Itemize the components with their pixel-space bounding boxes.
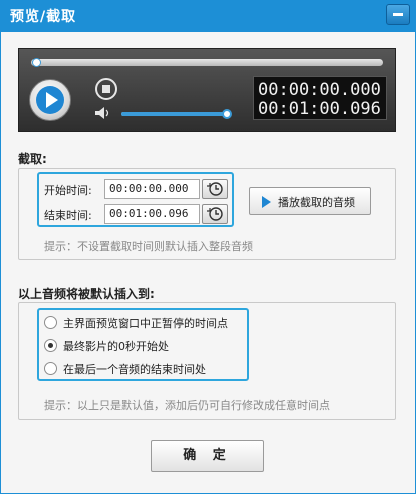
clock-icon	[207, 182, 223, 196]
end-time-label: 结束时间:	[44, 209, 92, 222]
time-display: 00:00:00.000 00:01:00.096	[253, 76, 387, 120]
minimize-icon	[393, 13, 403, 16]
stop-icon	[102, 85, 110, 93]
radio-button[interactable]	[44, 339, 57, 352]
capture-hint: 提示：不设置截取时间则默认插入整段音频	[44, 240, 253, 253]
speaker-icon[interactable]	[95, 107, 111, 119]
seek-handle[interactable]	[32, 58, 41, 67]
insert-section-title: 以上音频将被默认插入到:	[18, 287, 155, 301]
total-time: 00:01:00.096	[258, 99, 381, 119]
play-button[interactable]	[29, 79, 71, 121]
volume-slider[interactable]	[121, 112, 229, 116]
play-icon	[36, 86, 64, 114]
play-triangle-icon	[262, 196, 271, 208]
end-time-pick-button[interactable]	[202, 204, 228, 224]
title-bar: 预览/截取	[0, 0, 416, 32]
current-time: 00:00:00.000	[258, 80, 381, 100]
ok-button[interactable]: 确 定	[151, 440, 264, 472]
capture-section-title: 截取:	[18, 152, 47, 166]
audio-player: 00:00:00.000 00:01:00.096	[18, 48, 396, 132]
play-clip-button[interactable]: 播放截取的音频	[249, 187, 371, 215]
minimize-button[interactable]	[386, 4, 410, 25]
start-time-input[interactable]: 00:00:00.000	[104, 179, 200, 199]
seek-bar[interactable]	[31, 59, 383, 66]
radio-button[interactable]	[44, 362, 57, 375]
play-clip-label: 播放截取的音频	[278, 196, 355, 209]
window-title: 预览/截取	[10, 9, 77, 25]
end-time-input[interactable]: 00:01:00.096	[104, 204, 200, 224]
volume-fill	[121, 112, 224, 116]
volume-handle[interactable]	[222, 109, 232, 119]
clock-icon	[207, 207, 223, 221]
radio-label: 主界面预览窗口中正暂停的时间点	[63, 317, 228, 330]
start-time-label: 开始时间:	[44, 184, 92, 197]
insert-hint: 提示：以上只是默认值，添加后仍可自行修改成任意时间点	[44, 399, 330, 412]
radio-label: 在最后一个音频的结束时间处	[63, 363, 206, 376]
radio-label: 最终影片的0秒开始处	[63, 340, 169, 353]
start-time-pick-button[interactable]	[202, 179, 228, 199]
stop-button[interactable]	[95, 78, 117, 100]
radio-button[interactable]	[44, 316, 57, 329]
